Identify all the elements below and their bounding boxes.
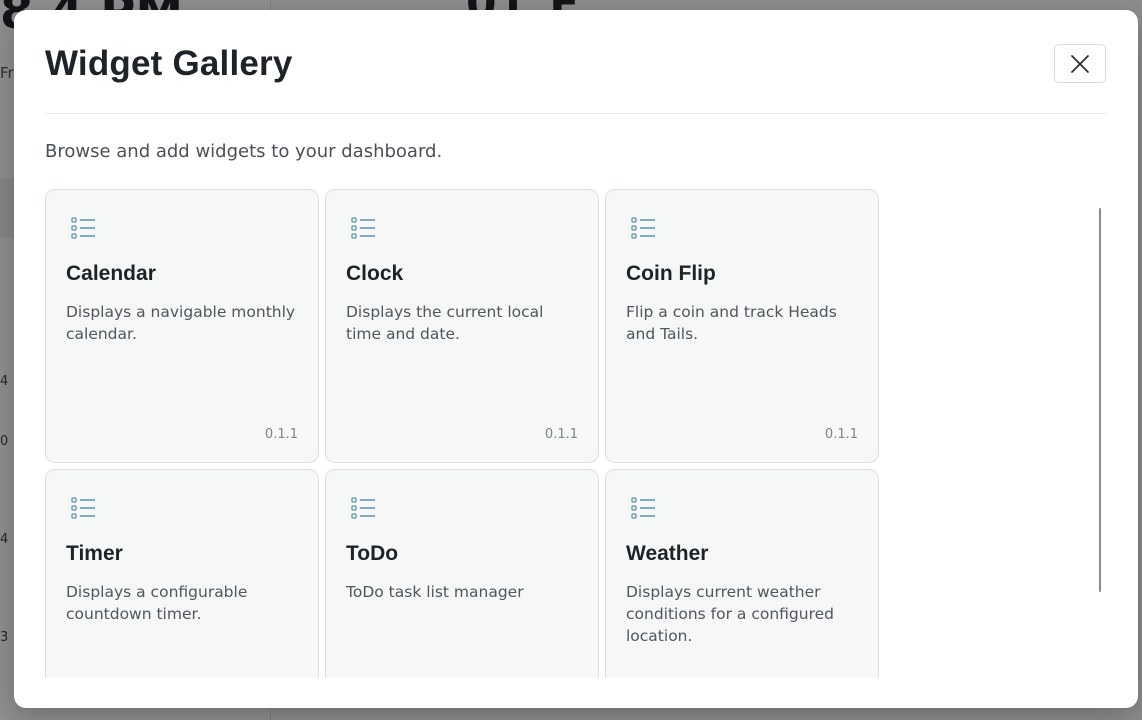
close-button[interactable] xyxy=(1054,44,1106,83)
scrollbar-thumb[interactable] xyxy=(1099,208,1101,592)
widget-description: Displays a navigable monthly calendar. xyxy=(66,303,296,343)
close-icon xyxy=(1071,54,1089,73)
widget-description: ToDo task list manager xyxy=(346,583,524,601)
widget-title: Coin Flip xyxy=(626,262,716,285)
widget-card-todo[interactable]: ToDo ToDo task list manager xyxy=(325,469,599,678)
list-icon xyxy=(351,497,375,519)
modal-title: Widget Gallery xyxy=(45,44,293,83)
widget-title: Weather xyxy=(626,542,709,565)
widget-card-clock[interactable]: Clock Displays the current local time an… xyxy=(325,189,599,463)
widget-title: ToDo xyxy=(346,542,399,565)
widget-card-coin-flip[interactable]: Coin Flip Flip a coin and track Heads an… xyxy=(605,189,879,463)
list-icon xyxy=(351,217,375,239)
widget-description: Displays the current local time and date… xyxy=(346,303,544,343)
widget-grid: Calendar Displays a navigable monthly ca… xyxy=(45,189,1107,678)
widget-version: 0.1.1 xyxy=(264,427,298,442)
widget-card-calendar[interactable]: Calendar Displays a navigable monthly ca… xyxy=(45,189,319,463)
widget-card-weather[interactable]: Weather Displays current weather conditi… xyxy=(605,469,879,678)
modal-subtitle: Browse and add widgets to your dashboard… xyxy=(45,141,443,162)
widget-version: 0.1.1 xyxy=(824,427,858,442)
widget-description: Displays a configurable countdown timer. xyxy=(66,583,248,623)
widget-title: Calendar xyxy=(66,262,156,285)
widget-title: Clock xyxy=(346,262,404,285)
widget-title: Timer xyxy=(66,542,123,565)
list-icon xyxy=(71,497,95,519)
widget-card-timer[interactable]: Timer Displays a configurable countdown … xyxy=(45,469,319,678)
widget-version: 0.1.1 xyxy=(544,427,578,442)
list-icon xyxy=(631,497,655,519)
widget-description: Displays current weather conditions for … xyxy=(626,583,834,645)
widget-description: Flip a coin and track Heads and Tails. xyxy=(626,303,837,343)
list-icon xyxy=(71,217,95,239)
scrollbar[interactable] xyxy=(1097,208,1103,592)
modal-header: Widget Gallery xyxy=(45,10,1107,114)
list-icon xyxy=(631,217,655,239)
widget-gallery-dialog: Widget Gallery Browse and add widgets to… xyxy=(14,10,1138,708)
